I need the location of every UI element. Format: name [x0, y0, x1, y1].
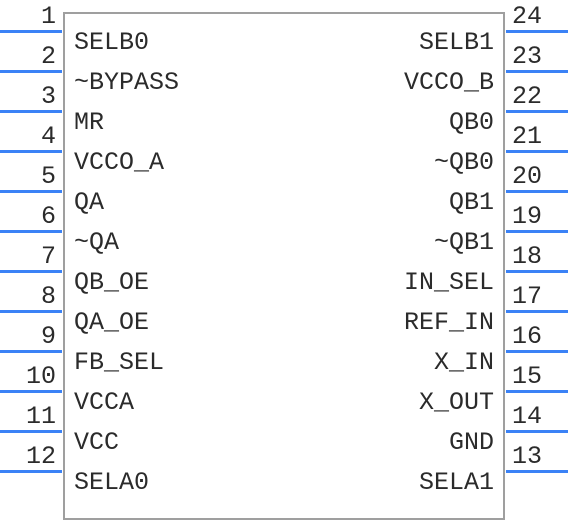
pin-number-right: 24: [512, 2, 562, 31]
pin-number-right: 14: [512, 402, 562, 431]
pin-number-right: 21: [512, 122, 562, 151]
pin-number-left: 12: [6, 442, 56, 471]
pin-row: 3MR22QB0: [0, 90, 568, 130]
pin-number-left: 1: [6, 2, 56, 31]
pin-row: 5QA20QB1: [0, 170, 568, 210]
pin-number-left: 8: [6, 282, 56, 311]
pin-label-right: SELA1: [419, 468, 494, 497]
pin-row: 7QB_OE18IN_SEL: [0, 250, 568, 290]
pin-label-left: SELA0: [74, 468, 149, 497]
pin-number-right: 17: [512, 282, 562, 311]
pin-row: 1SELB024SELB1: [0, 10, 568, 50]
pin-number-right: 23: [512, 42, 562, 71]
pin-number-right: 13: [512, 442, 562, 471]
pin-row: 12SELA013SELA1: [0, 450, 568, 490]
pin-number-left: 11: [6, 402, 56, 431]
pin-number-right: 15: [512, 362, 562, 391]
pin-number-left: 10: [6, 362, 56, 391]
pin-number-right: 20: [512, 162, 562, 191]
pin-number-left: 7: [6, 242, 56, 271]
pin-number-right: 16: [512, 322, 562, 351]
pin-row: 10VCCA15X_OUT: [0, 370, 568, 410]
pin-number-left: 6: [6, 202, 56, 231]
pin-number-left: 5: [6, 162, 56, 191]
pin-row: 11VCC14GND: [0, 410, 568, 450]
pin-row: 8QA_OE17REF_IN: [0, 290, 568, 330]
pin-number-right: 18: [512, 242, 562, 271]
pin-row: 4VCCO_A21~QB0: [0, 130, 568, 170]
pin-number-left: 3: [6, 82, 56, 111]
pin-number-right: 22: [512, 82, 562, 111]
ic-pinout-diagram: 1SELB024SELB12~BYPASS23VCCO_B3MR22QB04VC…: [0, 0, 568, 532]
pin-number-right: 19: [512, 202, 562, 231]
pin-row: 9FB_SEL16X_IN: [0, 330, 568, 370]
pin-number-left: 4: [6, 122, 56, 151]
pin-number-left: 9: [6, 322, 56, 351]
pin-number-left: 2: [6, 42, 56, 71]
pin-row: 6~QA19~QB1: [0, 210, 568, 250]
pin-row: 2~BYPASS23VCCO_B: [0, 50, 568, 90]
